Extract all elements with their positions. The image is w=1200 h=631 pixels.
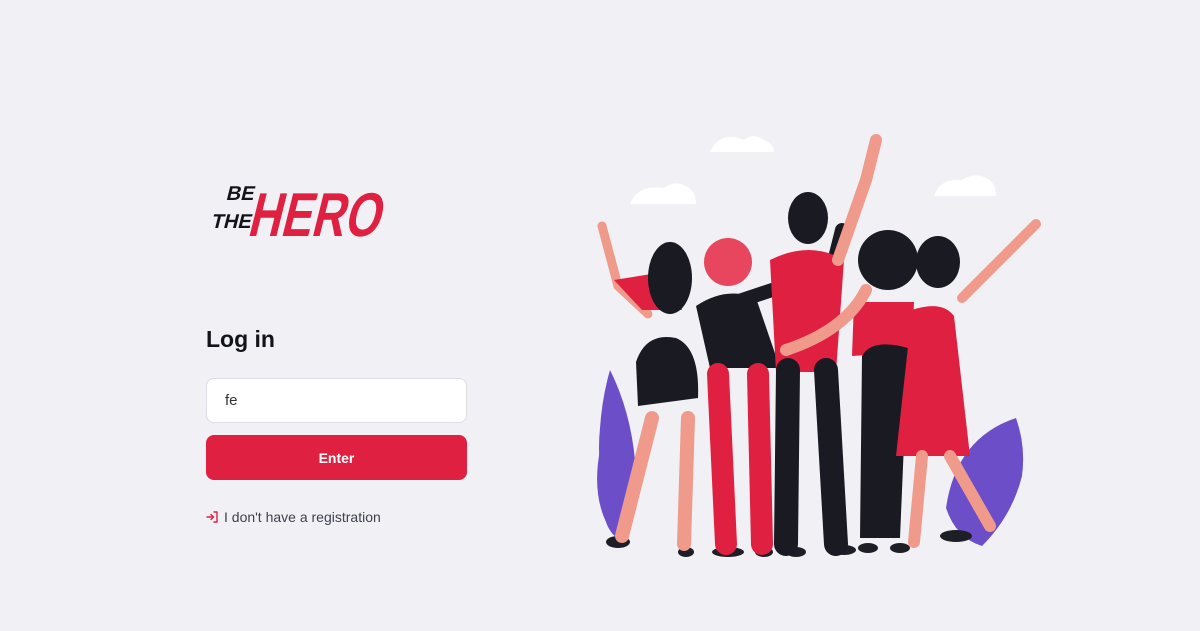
log-in-icon — [206, 511, 218, 523]
svg-text:BE: BE — [224, 183, 257, 205]
login-title: Log in — [206, 326, 275, 352]
svg-text:HERO: HERO — [243, 181, 392, 250]
be-the-hero-logo: BE THE HERO — [209, 181, 392, 250]
enter-button[interactable]: Enter — [206, 435, 467, 480]
register-link[interactable]: I don't have a registration — [206, 509, 381, 525]
register-link-label: I don't have a registration — [224, 509, 381, 525]
id-input[interactable] — [206, 378, 467, 423]
heroes-illustration — [597, 134, 1041, 557]
